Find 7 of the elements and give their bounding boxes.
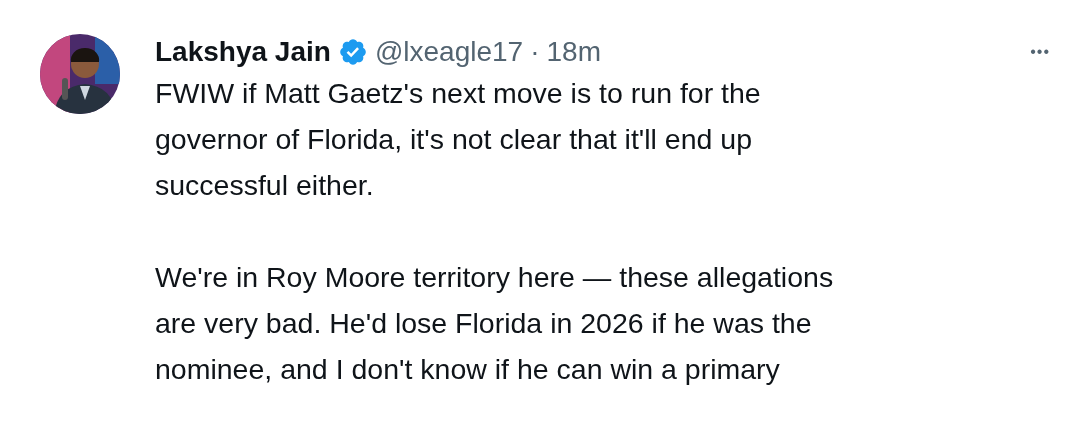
more-options-button[interactable]: •••: [1030, 43, 1050, 61]
author-name[interactable]: Lakshya Jain: [155, 36, 331, 68]
user-handle[interactable]: @lxeagle17: [374, 36, 524, 68]
post-text: FWIW if Matt Gaetz's next move is to run for the governor of Florida, it's not clear that it'll end up successful either.: [155, 76, 762, 203]
post-text: We're in Roy Moore territory here — these allegations are very bad. He'd lose Florida in 2026 if he was the nominee, and I don't know if he can win a primary: [155, 260, 835, 387]
post-time[interactable]: 18m: [546, 36, 601, 68]
separator-dot: ·: [530, 36, 540, 68]
